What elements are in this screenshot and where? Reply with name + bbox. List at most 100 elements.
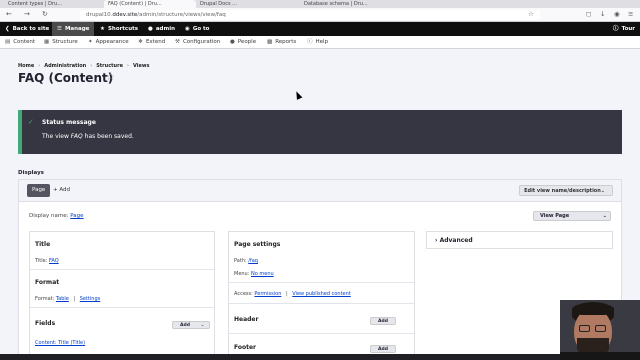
breadcrumb-administration[interactable]: Administration xyxy=(44,63,86,69)
divider xyxy=(30,307,214,308)
header-section-heading: Header xyxy=(234,316,259,323)
chevron-down-icon: ⌄ xyxy=(602,213,607,219)
format-settings-link[interactable]: Settings xyxy=(80,296,101,302)
fields-section-heading: Fields xyxy=(35,320,56,327)
format-table-link[interactable]: Table xyxy=(56,296,69,302)
view-page-button[interactable]: View Page ⌄ xyxy=(533,211,611,221)
status-message: ✓ Status message The view FAQ has been s… xyxy=(18,110,622,154)
breadcrumb-views[interactable]: Views xyxy=(133,63,149,69)
advanced-column[interactable]: › Advanced xyxy=(426,231,613,249)
forward-arrow-icon[interactable]: → xyxy=(24,10,30,18)
format-setting: Format: Table | Settings xyxy=(35,296,101,302)
tray-item-configuration[interactable]: ⚒ Configuration xyxy=(175,36,220,49)
manage-tab[interactable]: ☰ Manage xyxy=(52,22,95,36)
url-prefix: drupal10. xyxy=(86,12,113,18)
admin-tray: ▤ Content ▦ Structure ✦ Appearance ❖ Extend … xyxy=(0,36,640,49)
display-tabs: Page + Add Edit view name/description ⌄ xyxy=(19,180,621,202)
divider xyxy=(30,269,214,270)
wrench-icon: ✦ xyxy=(88,39,93,45)
shield-icon[interactable]: ◻ xyxy=(586,10,591,18)
checkmark-icon: ✓ xyxy=(28,118,34,126)
back-arrow-icon[interactable]: ← xyxy=(6,10,12,18)
hamburger-icon: ☰ xyxy=(57,26,62,32)
browser-tab-active[interactable]: FAQ (Content) | Dru... xyxy=(104,0,196,8)
drupal-drop-icon: ◉ xyxy=(185,26,190,32)
access-setting: Access: Permission | View published cont… xyxy=(234,291,351,297)
divider xyxy=(229,333,414,334)
add-display-button[interactable]: + Add xyxy=(53,184,70,197)
goto-tab[interactable]: ◉ Go to xyxy=(180,22,214,36)
advanced-toggle[interactable]: › Advanced xyxy=(435,237,473,244)
chevron-down-icon[interactable]: ⌄ xyxy=(196,321,210,329)
display-name-link[interactable]: Page xyxy=(70,213,83,219)
display-column-second: Page settings Path: /faq Menu: No menu A… xyxy=(228,231,415,360)
title-value-link[interactable]: FAQ xyxy=(49,258,59,264)
user-icon: ● xyxy=(148,26,153,32)
display-name: Display name: Page xyxy=(29,213,84,219)
user-tab[interactable]: ● admin xyxy=(143,22,180,36)
browser-tab[interactable]: Content types | Dru... xyxy=(4,0,96,8)
drupal-admin-toolbar: ❮ Back to site ☰ Manage ★ Shortcuts ● admin … xyxy=(0,22,640,36)
download-icon[interactable]: ↓ xyxy=(600,10,605,18)
webcam-overlay xyxy=(560,300,640,360)
url-input[interactable]: drupal10.ddev.site/admin/structure/views… xyxy=(80,10,540,20)
field-title-link[interactable]: Content: Title (Title) xyxy=(35,340,85,346)
format-section-heading: Format xyxy=(35,279,60,286)
status-text: The view FAQ has been saved. xyxy=(42,133,134,140)
address-bar-row: ← → ↻ drupal10.ddev.site/admin/structure… xyxy=(0,8,640,22)
path-setting: Path: /faq xyxy=(234,258,258,264)
page-settings-heading: Page settings xyxy=(234,241,281,248)
menu-setting: Menu: No menu xyxy=(234,271,274,277)
footer-add-button[interactable]: Add xyxy=(370,345,396,353)
bar-chart-icon: ▩ xyxy=(267,39,273,45)
displays-heading: Displays xyxy=(18,170,44,176)
footer-section-heading: Footer xyxy=(234,344,256,351)
tour-button[interactable]: ⓘ Tour xyxy=(608,22,640,36)
access-permission-link[interactable]: Permission xyxy=(254,291,281,297)
people-icon: ● xyxy=(230,39,235,45)
divider xyxy=(229,303,414,304)
tray-item-content[interactable]: ▤ Content xyxy=(5,36,35,49)
fields-add-button[interactable]: Add xyxy=(172,321,198,329)
back-to-site-link[interactable]: ❮ Back to site xyxy=(0,22,54,36)
reload-icon[interactable]: ↻ xyxy=(42,10,48,18)
tray-item-appearance[interactable]: ✦ Appearance xyxy=(88,36,129,49)
tray-item-reports[interactable]: ▩ Reports xyxy=(267,36,296,49)
browser-tab-strip: Content types | Dru... FAQ (Content) | D… xyxy=(0,0,640,8)
question-icon: ⓘ xyxy=(613,26,619,32)
title-section-heading: Title xyxy=(35,241,51,248)
access-desc-link[interactable]: View published content xyxy=(292,291,351,297)
shortcuts-tab[interactable]: ★ Shortcuts xyxy=(95,22,143,36)
chevron-right-icon: › xyxy=(435,237,438,244)
content-icon: ▤ xyxy=(5,39,11,45)
header-add-button[interactable]: Add xyxy=(370,317,396,325)
taskbar xyxy=(0,354,560,360)
bookmark-star-icon[interactable]: ☆ xyxy=(528,10,534,18)
chevron-down-icon: ⌄ xyxy=(600,188,605,194)
displays-panel: Page + Add Edit view name/description ⌄ … xyxy=(18,179,622,360)
divider xyxy=(229,282,414,283)
structure-icon: ▦ xyxy=(44,39,50,45)
tray-item-structure[interactable]: ▦ Structure xyxy=(44,36,78,49)
page-title: FAQ (Content) xyxy=(18,71,114,85)
path-link[interactable]: /faq xyxy=(248,258,258,264)
breadcrumb-structure[interactable]: Structure xyxy=(96,63,123,69)
edit-view-name-button[interactable]: Edit view name/description ⌄ xyxy=(519,185,613,196)
browser-tab[interactable]: Database schema | Dru... xyxy=(300,0,390,8)
menu-link[interactable]: No menu xyxy=(251,271,274,277)
wrench-icon: ⚒ xyxy=(175,39,180,45)
display-tab-page[interactable]: Page xyxy=(27,184,51,197)
breadcrumb-home[interactable]: Home xyxy=(18,63,34,69)
status-title: Status message xyxy=(42,119,96,126)
puzzle-icon: ❖ xyxy=(138,39,143,45)
shortcut-star-icon[interactable]: ☆ xyxy=(106,72,115,83)
tray-item-help[interactable]: ⓘ Help xyxy=(307,36,328,49)
star-icon: ★ xyxy=(100,26,105,32)
extensions-icon[interactable]: ◉ xyxy=(614,10,620,18)
browser-tab[interactable]: Drupal Docs ... xyxy=(196,0,296,8)
tray-item-extend[interactable]: ❖ Extend xyxy=(138,36,165,49)
tray-item-people[interactable]: ● People xyxy=(230,36,256,49)
help-icon: ⓘ xyxy=(307,39,313,45)
menu-icon[interactable]: ≡ xyxy=(628,10,633,18)
url-domain: ddev.site xyxy=(112,12,138,18)
